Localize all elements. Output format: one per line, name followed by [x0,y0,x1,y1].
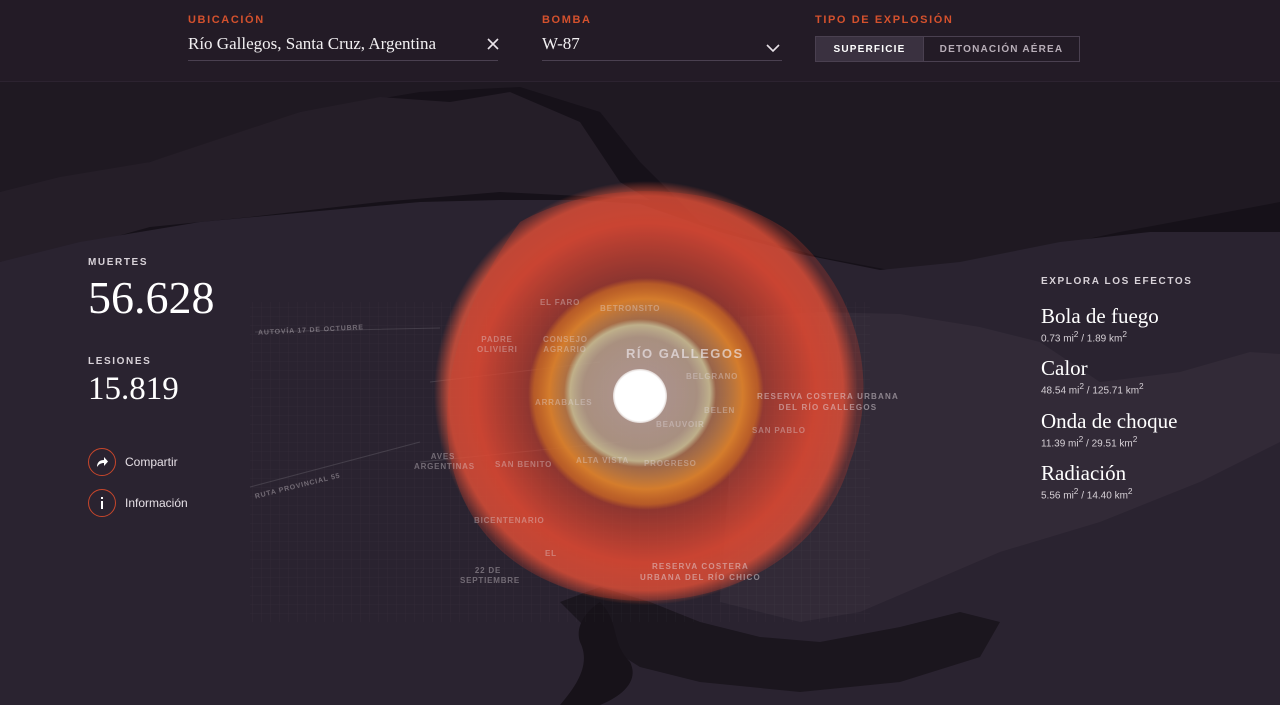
neighborhood-label: BEAUVOIR [656,420,705,429]
top-bar: UBICACIÓN Río Gallegos, Santa Cruz, Arge… [0,0,1280,82]
effects-panel: EXPLORA LOS EFECTOS Bola de fuego 0.73 m… [1041,276,1261,513]
info-button[interactable]: Información [88,489,188,517]
effect-shockwave[interactable]: Onda de choque 11.39 mi2 / 29.51 km2 [1041,409,1261,450]
effect-area: 0.73 mi2 / 1.89 km2 [1041,328,1261,345]
neighborhood-label: ARRABALES [535,398,593,407]
injuries-count: 15.819 [88,371,179,407]
injuries-label: LESIONES [88,356,152,367]
close-icon[interactable] [485,36,501,52]
effect-area: 5.56 mi2 / 14.40 km2 [1041,485,1261,502]
info-icon [88,489,116,517]
explosion-type-label: TIPO DE EXPLOSIÓN [815,14,954,26]
neighborhood-label: AVES ARGENTINAS [414,452,475,471]
explosion-type-toggle[interactable]: SUPERFICIE DETONACIÓN AÉREA [815,36,1080,62]
effect-name: Bola de fuego [1041,304,1159,328]
neighborhood-label: BICENTENARIO [474,516,545,525]
unit-superscript: 2 [1127,485,1133,496]
share-button[interactable]: Compartir [88,448,178,476]
share-label: Compartir [125,455,178,469]
neighborhood-label: 22 DE SEPTIEMBRE [460,566,521,585]
reserve-label-north: RESERVA COSTERA URBANA DEL RÍO GALLEGOS [757,391,899,413]
unit-superscript: 2 [1132,433,1138,444]
fireball-radius[interactable] [613,369,667,423]
reserve-line: RESERVA COSTERA [651,562,749,571]
effect-name: Radiación [1041,460,1127,485]
effect-name: Onda de choque [1041,408,1178,433]
neighborhood-label: EL [545,549,557,558]
neighborhood-label: CONSEJO AGRARIO [543,335,588,354]
info-label: Información [125,496,188,510]
reserve-line: DEL RÍO GALLEGOS [778,403,878,412]
reserve-line: URBANA DEL RÍO CHICO [640,573,761,582]
neighborhood-label: SAN BENITO [495,460,553,469]
neighborhood-label: BELEN [704,406,736,415]
area-km: / 125.71 km [1084,385,1140,397]
neighborhood-label: BETRONSITO [600,304,661,313]
neighborhood-label: BELGRANO [686,372,739,381]
unit-superscript: 2 [1122,329,1127,339]
area-km: / 14.40 km [1078,490,1128,502]
neighborhood-label: PADRE OLIVIERI [477,335,518,354]
effect-heat[interactable]: Calor 48.54 mi2 / 125.71 km2 [1041,356,1261,397]
effect-area: 11.39 mi2 / 29.51 km2 [1041,433,1261,450]
share-arrow-icon [88,448,116,476]
deaths-count: 56.628 [88,272,215,323]
area-mi: 11.39 mi [1041,437,1079,449]
area-mi: 48.54 mi [1041,385,1080,397]
effect-radiation[interactable]: Radiación 5.56 mi2 / 14.40 km2 [1041,461,1261,502]
effect-area: 48.54 mi2 / 125.71 km2 [1041,380,1261,397]
location-label: UBICACIÓN [188,14,265,26]
area-km: / 1.89 km [1078,333,1123,345]
neighborhood-label: PROGRESO [644,459,697,468]
area-mi: 5.56 mi [1041,490,1074,502]
reserve-line: RESERVA COSTERA URBANA [757,392,899,401]
area-mi: 0.73 mi [1041,333,1074,345]
neighborhood-label: SAN PABLO [752,426,806,435]
city-label: RÍO GALLEGOS [626,346,744,361]
surface-option[interactable]: SUPERFICIE [816,37,923,61]
reserve-label-south: RESERVA COSTERA URBANA DEL RÍO CHICO [640,561,761,583]
bomb-underline [542,60,782,61]
effect-name: Calor [1041,356,1088,381]
area-km: / 29.51 km [1083,437,1133,449]
unit-superscript: 2 [1139,381,1144,392]
effect-fireball[interactable]: Bola de fuego 0.73 mi2 / 1.89 km2 [1041,304,1261,345]
deaths-label: MUERTES [88,257,149,268]
chevron-down-icon[interactable] [765,40,781,56]
location-input[interactable]: Río Gallegos, Santa Cruz, Argentina [188,34,436,54]
airburst-option[interactable]: DETONACIÓN AÉREA [923,37,1079,61]
bomb-select[interactable]: W-87 [542,34,580,54]
location-underline [188,60,498,61]
neighborhood-label: EL FARO [540,298,581,307]
effects-title: EXPLORA LOS EFECTOS [1041,276,1193,287]
bomb-label: BOMBA [542,14,592,26]
neighborhood-label: ALTA VISTA [576,456,630,465]
